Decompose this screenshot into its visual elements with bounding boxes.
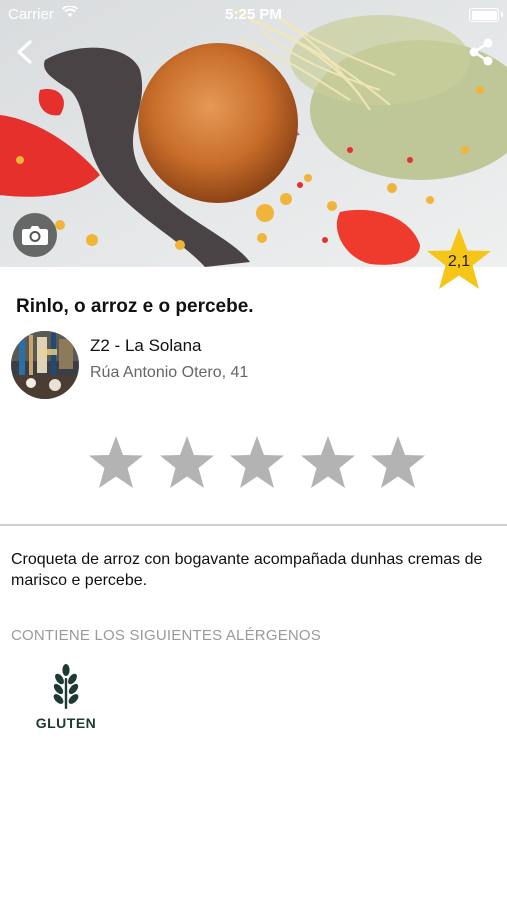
camera-icon [22,226,48,245]
rating-badge: 2,1 [425,226,493,294]
restaurant-photo [11,331,79,399]
rating-star-4[interactable] [299,434,357,492]
chevron-left-icon [17,40,32,64]
rating-value: 2,1 [447,253,471,270]
rating-star-1[interactable] [87,434,145,492]
status-bar: Carrier 5:25 PM [0,0,507,28]
allergen-label: GLUTEN [35,715,97,731]
rating-star-3[interactable] [228,434,286,492]
restaurant-address: Rúa Antonio Otero, 41 [90,364,249,381]
dish-title: Rinlo, o arroz e o percebe. [16,296,254,317]
battery-level [471,10,497,20]
allergens-heading: CONTIENE LOS SIGUIENTES ALÉRGENOS [11,627,322,644]
rating-star-2[interactable] [158,434,216,492]
restaurant-avatar[interactable] [11,331,79,399]
wheat-icon [53,664,79,709]
back-button[interactable] [10,36,42,68]
allergen-gluten: GLUTEN [30,664,102,744]
camera-button[interactable] [13,213,57,257]
share-icon [469,38,493,66]
divider [0,524,507,526]
user-rating-stars[interactable] [87,434,427,494]
share-button[interactable] [465,36,497,68]
rating-star-5[interactable] [369,434,427,492]
dish-description: Croqueta de arroz con bogavante acompaña… [11,551,483,589]
restaurant-name[interactable]: Z2 - La Solana [90,336,202,356]
battery-icon [469,8,503,22]
clock: 5:25 PM [225,6,282,23]
